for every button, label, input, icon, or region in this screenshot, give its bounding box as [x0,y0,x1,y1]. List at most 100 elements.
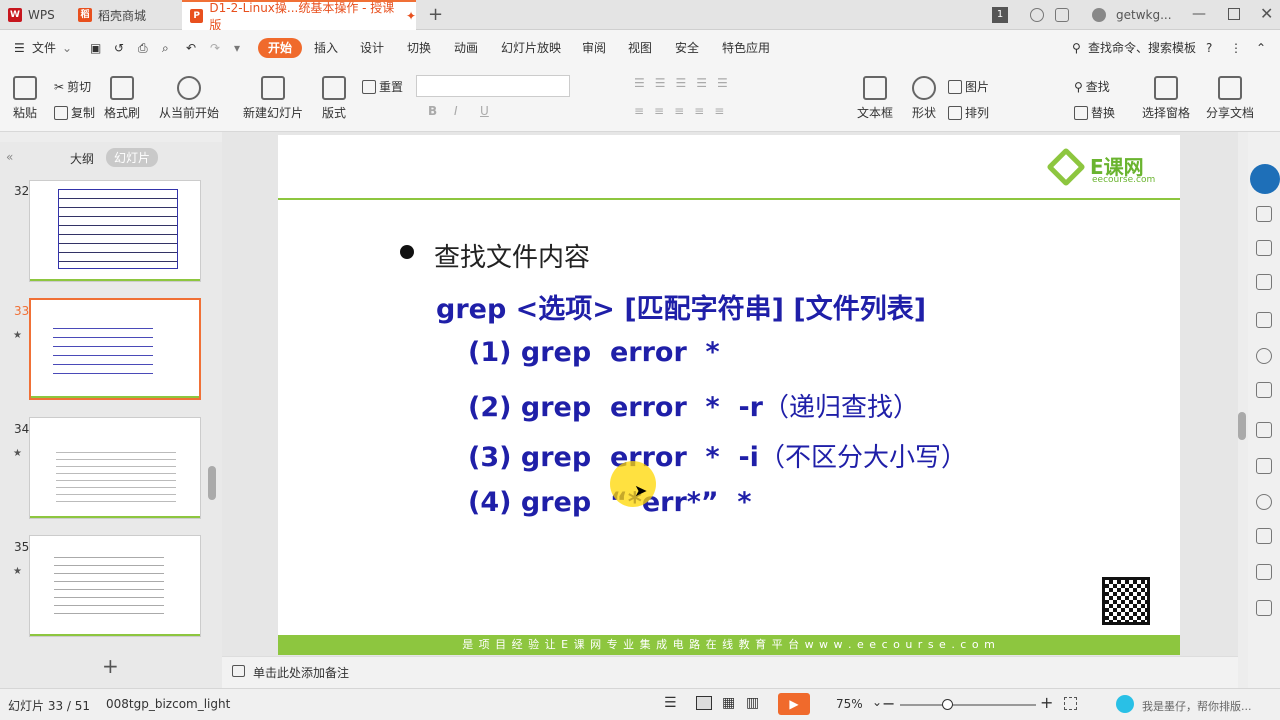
assistant-message[interactable]: 我是墨仔，帮你排版... [1142,698,1252,714]
picture-button[interactable]: 图片 [948,78,989,95]
copy-slide-icon[interactable] [1256,274,1272,290]
zoom-level[interactable]: 75% [836,697,863,711]
menu-slideshow[interactable]: 幻灯片放映 [501,38,561,58]
reset-button[interactable]: 重置 [362,78,403,95]
underline-button[interactable]: U [480,104,489,118]
slide-sorter-icon[interactable]: ▦ [722,695,735,711]
selection-pane-button[interactable]: 选择窗格 [1140,76,1192,121]
collapse-ribbon-icon[interactable]: ⌃ [1256,38,1266,58]
slide-thumbnail-32[interactable] [29,180,201,282]
picture-panel-icon[interactable] [1256,312,1272,328]
slide-thumbnail-34[interactable] [29,417,201,519]
tab-close-icon[interactable]: ✦ [406,9,416,23]
object-attribute-icon[interactable] [1256,206,1272,222]
paste-button[interactable]: 粘贴 [8,76,42,121]
image-icon[interactable] [1256,458,1272,474]
minimize-icon[interactable]: — [1192,6,1206,22]
search-icon[interactable]: ⚲ [1072,38,1081,58]
transition-icon[interactable] [1256,422,1272,438]
menu-view[interactable]: 视图 [628,38,652,58]
command-search[interactable]: 查找命令、搜索模板 [1088,38,1196,58]
chevron-down-icon[interactable]: ⌄ [62,38,72,58]
sidebar-active-icon[interactable] [1250,164,1280,194]
tab-wps[interactable]: W WPS [0,0,68,30]
assistant-avatar[interactable] [1116,695,1134,713]
slides-tab[interactable]: 幻灯片 [106,148,159,167]
notes-placeholder[interactable]: 单击此处添加备注 [253,664,349,681]
zoom-in-icon[interactable]: + [1040,693,1053,712]
more-icon[interactable]: ⋮ [1230,38,1242,58]
maximize-icon[interactable] [1228,8,1240,20]
font-family-select[interactable] [416,75,570,97]
normal-view-icon[interactable] [696,696,712,710]
tab-document[interactable]: P D1-2-Linux操...统基本操作 - 授课版 ✦ [182,0,416,32]
menu-special[interactable]: 特色应用 [722,38,770,58]
menu-review[interactable]: 审阅 [582,38,606,58]
menu-animation[interactable]: 动画 [454,38,478,58]
tab-docer-store[interactable]: 稻 稻壳商城 [70,0,178,30]
menu-file[interactable]: 文件 [32,38,56,58]
menu-design[interactable]: 设计 [360,38,384,58]
star-icon[interactable] [1256,348,1272,364]
copy-button[interactable]: 复制 [54,104,95,121]
find-button[interactable]: ⚲ 查找 [1074,78,1110,95]
play-slideshow-button[interactable]: ▶ [778,693,810,715]
undo-history-icon[interactable]: ↺ [114,38,124,58]
window-count-badge[interactable]: 1 [992,7,1008,23]
new-tab-icon[interactable]: + [428,4,443,25]
slide[interactable]: E课网 eecourse.com 查找文件内容 grep <选项> [匹配字符串… [278,135,1180,655]
play-from-current-button[interactable]: 从当前开始 [154,76,224,121]
italic-button[interactable]: I [454,104,458,118]
arrange-button[interactable]: 排列 [948,104,989,121]
slide-thumbnail-35[interactable] [29,535,201,637]
collapse-panel-icon[interactable]: « [6,150,13,164]
notes-bar[interactable]: 单击此处添加备注 [222,656,1238,688]
redo-icon[interactable]: ↷ [210,38,220,58]
menu-transition[interactable]: 切换 [407,38,431,58]
fit-window-icon[interactable] [1064,697,1077,710]
sync-icon[interactable] [1030,8,1044,22]
video-icon[interactable] [1256,528,1272,544]
help-icon[interactable]: ? [1206,38,1212,58]
zoom-slider[interactable] [900,704,1036,706]
replace-button[interactable]: 替换 [1074,104,1115,121]
cut-button[interactable]: ✂ 剪切 [54,78,91,95]
undo-icon[interactable]: ↶ [186,38,196,58]
reading-view-icon[interactable]: ▥ [746,695,759,711]
panel-scrollbar[interactable] [208,466,216,500]
shape-button[interactable]: 形状 [906,76,942,121]
bold-button[interactable]: B [428,104,437,118]
alignment-tools[interactable]: ≡≡≡≡≡ [634,104,734,118]
zoom-slider-thumb[interactable] [942,699,953,710]
menu-security[interactable]: 安全 [675,38,699,58]
chart-icon[interactable] [1256,564,1272,580]
print-icon[interactable]: ⎙ [138,38,148,58]
menu-insert[interactable]: 插入 [314,38,338,58]
format-painter-button[interactable]: 格式刷 [102,76,142,121]
canvas-scrollbar[interactable] [1238,412,1246,440]
skin-icon[interactable] [1055,8,1069,22]
user-name[interactable]: getwkg... [1116,8,1172,22]
save-icon[interactable]: ▣ [90,38,101,58]
print-preview-icon[interactable]: ⌕ [162,38,169,58]
new-slide-button[interactable]: 新建幻灯片 [240,76,306,121]
zoom-out-icon[interactable]: − [882,694,895,713]
add-slide-icon[interactable]: + [102,654,119,678]
menu-home[interactable]: 开始 [258,38,303,58]
layout-button[interactable]: 版式 [316,76,352,121]
zoom-menu-icon[interactable]: ⌄ [872,695,882,709]
hamburger-icon[interactable]: ☰ [14,38,25,58]
slide-library-icon[interactable] [1256,382,1272,398]
settings-icon[interactable] [1256,600,1272,616]
audio-icon[interactable] [1256,494,1272,510]
share-button[interactable]: 分享文档 [1204,76,1256,121]
quick-access-more-icon[interactable]: ▾ [234,38,240,58]
textbox-button[interactable]: 文本框 [852,76,898,121]
notes-toggle-icon[interactable]: ☰ [664,695,677,711]
animation-icon[interactable] [1256,240,1272,256]
outline-tab[interactable]: 大纲 [70,150,94,167]
close-icon[interactable]: ✕ [1260,4,1273,23]
slide-thumbnail-33[interactable] [29,298,201,400]
avatar[interactable] [1092,8,1106,22]
paragraph-tools[interactable]: ☰☰☰☰☰ [634,76,738,90]
